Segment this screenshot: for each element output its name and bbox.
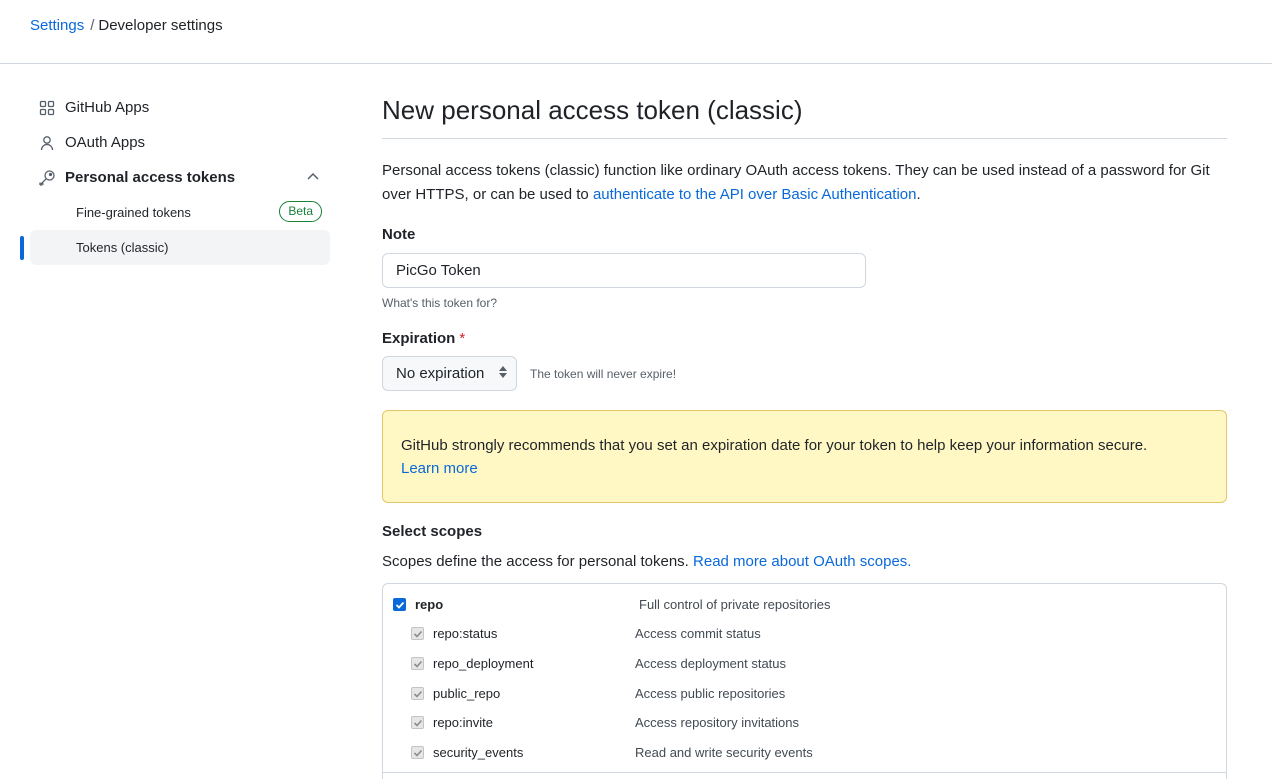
top-bar: Settings / Developer settings	[0, 0, 1272, 64]
scope-row-public-repo: public_repo Access public repositories	[383, 686, 1226, 706]
intro-paragraph: Personal access tokens (classic) functio…	[382, 159, 1227, 207]
intro-end: .	[916, 186, 921, 203]
sidebar-item-label: GitHub Apps	[65, 99, 150, 116]
scope-checkbox-security-events[interactable]	[411, 746, 424, 759]
sidebar-item-label: OAuth Apps	[65, 134, 146, 151]
learn-more-link[interactable]: Learn more	[401, 457, 478, 480]
basic-auth-link[interactable]: authenticate to the API over Basic Authe…	[593, 186, 917, 203]
breadcrumb: Settings / Developer settings	[30, 16, 223, 36]
scope-name: repo	[415, 597, 444, 612]
required-asterisk: *	[459, 330, 466, 347]
expiration-label-text: Expiration	[382, 330, 456, 347]
scope-divider	[383, 772, 1226, 773]
scope-checkbox-repo[interactable]	[393, 598, 406, 611]
scopes-description: Scopes define the access for personal to…	[382, 551, 1227, 573]
expiration-selected-value: No expiration	[396, 365, 485, 382]
sidebar-item-oauth-apps[interactable]: OAuth Apps	[20, 125, 330, 160]
scope-name: repo:status	[433, 626, 498, 641]
note-input[interactable]	[382, 253, 866, 288]
scope-checkbox-repo-status[interactable]	[411, 627, 424, 640]
scopes-list: repo Full control of private repositorie…	[382, 583, 1227, 779]
chevron-up-icon[interactable]	[306, 170, 320, 188]
active-indicator	[20, 236, 24, 260]
expiration-warning: GitHub strongly recommends that you set …	[382, 410, 1227, 503]
oauth-scopes-link[interactable]: Read more about OAuth scopes.	[693, 553, 911, 570]
sidebar: GitHub Apps OAuth Apps Personal access t…	[20, 90, 330, 265]
warning-text: GitHub strongly recommends that you set …	[401, 437, 1148, 454]
scope-description: Full control of private repositories	[639, 597, 831, 612]
main-content: New personal access token (classic) Pers…	[382, 90, 1227, 779]
sidebar-item-tokens-classic[interactable]: Tokens (classic)	[20, 230, 330, 265]
breadcrumb-current: Developer settings	[98, 17, 223, 34]
scope-description: Access deployment status	[635, 656, 787, 671]
sidebar-item-label: Tokens (classic)	[76, 240, 169, 255]
person-icon	[38, 134, 56, 152]
expiration-row: No expiration The token will never expir…	[382, 356, 1227, 391]
key-icon	[38, 169, 56, 187]
page-title: New personal access token (classic)	[382, 90, 1227, 139]
scope-row-repo-status: repo:status Access commit status	[383, 626, 1226, 646]
scope-description: Access commit status	[635, 626, 761, 641]
scope-row-repo: repo Full control of private repositorie…	[383, 597, 1226, 617]
scope-name: repo_deployment	[433, 656, 534, 671]
scope-description: Access repository invitations	[635, 715, 800, 730]
scope-checkbox-public-repo[interactable]	[411, 687, 424, 700]
scope-description: Access public repositories	[635, 686, 786, 701]
scope-row-repo-deployment: repo_deployment Access deployment status	[383, 656, 1226, 676]
scope-name: public_repo	[433, 686, 501, 701]
breadcrumb-separator: /	[90, 17, 95, 34]
sidebar-item-label: Personal access tokens	[65, 169, 236, 186]
apps-grid-icon	[38, 99, 56, 117]
sidebar-item-fine-grained-tokens[interactable]: Fine-grained tokens Beta	[30, 195, 330, 230]
beta-badge: Beta	[279, 201, 322, 222]
select-arrows-icon	[498, 365, 508, 383]
note-hint: What's this token for?	[382, 296, 498, 310]
scope-name: repo:invite	[433, 715, 493, 730]
expiration-select[interactable]: No expiration	[382, 356, 517, 391]
scope-row-security-events: security_events Read and write security …	[383, 745, 1226, 765]
scopes-desc-text: Scopes define the access for personal to…	[382, 553, 694, 570]
scope-row-repo-invite: repo:invite Access repository invitation…	[383, 715, 1226, 735]
scope-name: security_events	[433, 745, 524, 760]
sidebar-item-github-apps[interactable]: GitHub Apps	[20, 90, 330, 125]
scope-description: Read and write security events	[635, 745, 813, 760]
note-label: Note	[382, 226, 416, 243]
scope-checkbox-repo-deployment[interactable]	[411, 657, 424, 670]
expiration-label: Expiration *	[382, 329, 1227, 349]
sidebar-item-personal-access-tokens[interactable]: Personal access tokens	[20, 160, 330, 195]
breadcrumb-settings-link[interactable]: Settings	[30, 17, 84, 34]
expiration-note: The token will never expire!	[530, 366, 677, 381]
scope-checkbox-repo-invite[interactable]	[411, 716, 424, 729]
sidebar-item-label: Fine-grained tokens	[76, 205, 191, 220]
scopes-title: Select scopes	[382, 523, 483, 540]
